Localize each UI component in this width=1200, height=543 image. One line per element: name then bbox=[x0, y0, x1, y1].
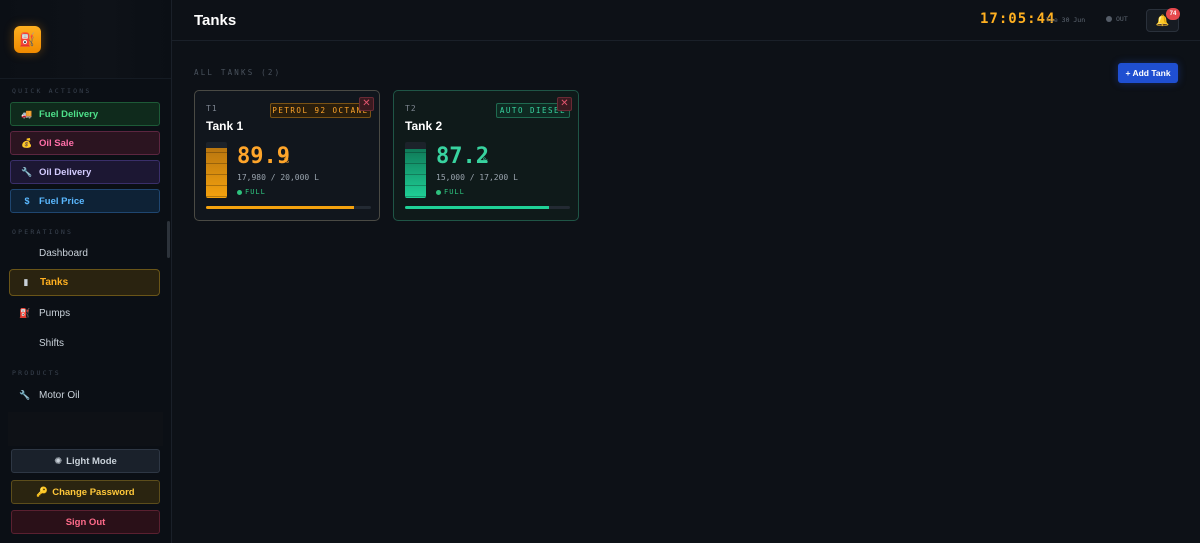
header: Tanks 17:05:44 Tue 30 Jun OUT 🔔 74 bbox=[172, 0, 1200, 41]
tank-code: T1 bbox=[206, 104, 218, 113]
status-dot bbox=[237, 190, 242, 195]
delete-tank-button[interactable]: ✕ bbox=[557, 97, 572, 111]
sidebar-item-shifts[interactable]: Shifts bbox=[9, 330, 160, 357]
fill-progress-bar bbox=[206, 206, 371, 209]
fuel-type-badge: PETROL 92 OCTANE bbox=[270, 103, 371, 118]
fuel-pump-icon[interactable]: ⛽ bbox=[14, 26, 41, 53]
tank-code: T2 bbox=[405, 104, 417, 113]
key-icon: 🔑 bbox=[36, 486, 49, 498]
add-tank-button[interactable]: + Add Tank bbox=[1118, 63, 1178, 83]
fuel-delivery-button[interactable]: 🚚 Fuel Delivery bbox=[10, 102, 160, 126]
tank-card[interactable]: T1 Tank 1 PETROL 92 OCTANE ✕ 89.9 % 17,9… bbox=[194, 90, 380, 221]
sidebar: ⛽ QUICK ACTIONS 🚚 Fuel Delivery 💰 Oil Sa… bbox=[0, 0, 172, 543]
date: Tue 30 Jun bbox=[1046, 16, 1086, 24]
products-label: PRODUCTS bbox=[12, 369, 61, 377]
sidebar-item-label: Motor Oil bbox=[39, 390, 80, 401]
sidebar-spacer bbox=[8, 412, 163, 446]
tank-gauge bbox=[206, 142, 227, 198]
percent-sign: % bbox=[284, 156, 289, 165]
sidebar-item-motor-oil[interactable]: 🔧 Motor Oil bbox=[9, 382, 160, 409]
light-mode-button[interactable]: ✺ Light Mode bbox=[11, 449, 160, 473]
notification-badge: 74 bbox=[1166, 8, 1180, 20]
fuel-delivery-label: Fuel Delivery bbox=[39, 108, 99, 120]
tank-gauge bbox=[405, 142, 426, 198]
tank-status: FULL bbox=[245, 188, 266, 196]
page-title: Tanks bbox=[194, 12, 237, 29]
fill-percent: 89.9 bbox=[237, 144, 290, 169]
fill-progress-value bbox=[405, 206, 549, 209]
sun-icon: ✺ bbox=[54, 455, 63, 467]
sidebar-item-dashboard[interactable]: Dashboard bbox=[9, 240, 160, 267]
money-bag-icon: 💰 bbox=[21, 137, 33, 148]
clock: 17:05:44 bbox=[980, 11, 1056, 27]
shift-status: OUT bbox=[1116, 15, 1128, 23]
sign-out-button[interactable]: Sign Out bbox=[11, 510, 160, 534]
fuel-price-label: Fuel Price bbox=[39, 195, 85, 207]
dollar-icon: $ bbox=[24, 196, 30, 206]
sidebar-item-label: Shifts bbox=[39, 338, 65, 349]
oil-delivery-label: Oil Delivery bbox=[39, 166, 92, 178]
sidebar-item-label: Pumps bbox=[39, 308, 71, 319]
tanks-list-label: ALL TANKS (2) bbox=[194, 68, 282, 77]
tank-name: Tank 2 bbox=[405, 119, 443, 133]
wrench-icon: 🔧 bbox=[21, 166, 33, 177]
light-mode-label: Light Mode bbox=[66, 455, 117, 467]
change-password-button[interactable]: 🔑 Change Password bbox=[11, 480, 160, 504]
quick-actions-label: QUICK ACTIONS bbox=[12, 87, 92, 95]
fuel-price-button[interactable]: $ Fuel Price bbox=[10, 189, 160, 213]
tank-volume: 17,980 / 20,000 L bbox=[237, 173, 319, 182]
status-dot bbox=[436, 190, 441, 195]
tank-icon: ▮ bbox=[23, 277, 29, 287]
brand-area: ⛽ bbox=[0, 0, 171, 79]
sidebar-scrollbar[interactable] bbox=[167, 221, 170, 258]
tank-card[interactable]: T2 Tank 2 AUTO DIESEL ✕ 87.2 % 15,000 / … bbox=[393, 90, 579, 221]
sidebar-item-label: Dashboard bbox=[39, 248, 88, 259]
tank-name: Tank 1 bbox=[206, 119, 244, 133]
sidebar-item-label: Tanks bbox=[40, 277, 69, 288]
fill-progress-value bbox=[206, 206, 355, 209]
sign-out-label: Sign Out bbox=[65, 516, 106, 528]
oil-sale-button[interactable]: 💰 Oil Sale bbox=[10, 131, 160, 155]
sidebar-item-pumps[interactable]: ⛽ Pumps bbox=[9, 300, 160, 327]
operations-label: OPERATIONS bbox=[12, 228, 74, 236]
sidebar-item-tanks[interactable]: ▮ Tanks bbox=[9, 269, 160, 296]
fill-percent: 87.2 bbox=[436, 144, 489, 169]
shift-status-dot bbox=[1106, 16, 1112, 22]
percent-sign: % bbox=[483, 156, 488, 165]
tank-status: FULL bbox=[444, 188, 465, 196]
wrench-icon: 🔧 bbox=[19, 390, 31, 400]
tank-volume: 15,000 / 17,200 L bbox=[436, 173, 518, 182]
delete-tank-button[interactable]: ✕ bbox=[359, 97, 374, 111]
oil-sale-label: Oil Sale bbox=[39, 137, 74, 149]
fill-progress-bar bbox=[405, 206, 570, 209]
truck-icon: 🚚 bbox=[21, 108, 33, 119]
oil-delivery-button[interactable]: 🔧 Oil Delivery bbox=[10, 160, 160, 184]
change-password-label: Change Password bbox=[52, 486, 135, 498]
pump-icon: ⛽ bbox=[19, 308, 31, 318]
